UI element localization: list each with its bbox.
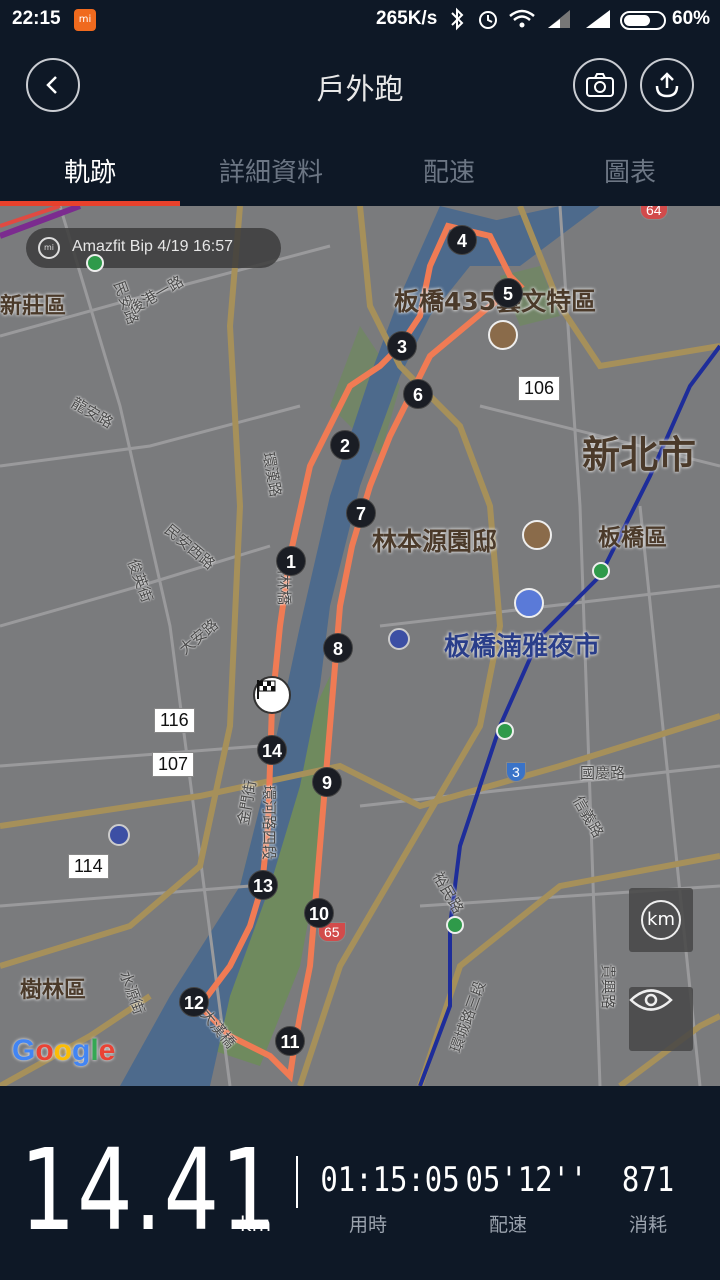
train-station-icon xyxy=(86,254,104,272)
run-summary: 14.41 km 01:15:05 用時 05'12'' 配速 871 消耗 xyxy=(0,1086,720,1280)
road-label: 環河路四段 xyxy=(260,784,279,861)
km-marker[interactable]: 10 xyxy=(304,898,334,928)
tab-bar: 軌跡 詳細資料 配速 圖表 xyxy=(0,130,720,206)
tab-pace[interactable]: 配速 xyxy=(423,152,475,189)
place-label: 新北市 xyxy=(582,433,697,477)
highway-shield: 64 xyxy=(640,206,668,220)
km-toggle-label: km xyxy=(641,900,681,940)
calories-value: 871 xyxy=(621,1160,675,1200)
landmark-poi-icon[interactable] xyxy=(522,520,552,550)
art-poi-icon[interactable] xyxy=(488,320,518,350)
shopping-cart-icon[interactable] xyxy=(514,588,544,618)
share-button[interactable] xyxy=(640,58,694,112)
mi-logo-icon: mi xyxy=(38,237,60,259)
distance-unit: km xyxy=(240,1212,272,1236)
status-bar: 22:15 mi 265K/s 60% xyxy=(0,0,720,40)
km-marker[interactable]: 9 xyxy=(312,767,342,797)
place-label: 樹林區 xyxy=(20,978,87,1003)
km-marker[interactable]: 13 xyxy=(248,870,278,900)
km-marker[interactable]: 14 xyxy=(257,735,287,765)
place-label: 林本源園邸 xyxy=(372,527,498,556)
visibility-toggle-button[interactable] xyxy=(629,987,693,1051)
km-marker[interactable]: 12 xyxy=(179,987,209,1017)
app-header: 戶外跑 xyxy=(0,40,720,130)
stats-divider xyxy=(296,1156,298,1208)
camera-button[interactable] xyxy=(573,58,627,112)
metro-station-icon xyxy=(388,628,410,650)
km-marker[interactable]: 11 xyxy=(275,1026,305,1056)
pace-stat: 05'12'' 配速 xyxy=(458,1160,588,1237)
metro-station-icon xyxy=(108,824,130,846)
mi-app-icon: mi xyxy=(74,9,96,31)
finish-flag-icon[interactable] xyxy=(253,676,291,714)
place-label: 新莊區 xyxy=(0,294,67,319)
battery-icon xyxy=(620,11,666,30)
tab-charts[interactable]: 圖表 xyxy=(604,152,656,189)
tab-details[interactable]: 詳細資料 xyxy=(219,152,323,189)
place-label: 板橋區 xyxy=(598,525,667,551)
status-icons xyxy=(446,6,616,39)
camera-icon xyxy=(586,73,614,97)
km-toggle-button[interactable]: km xyxy=(629,888,693,952)
km-marker[interactable]: 5 xyxy=(493,278,523,308)
road-label: 貴興路 xyxy=(599,963,618,1010)
map-canvas xyxy=(0,206,720,1086)
road-shield: 114 xyxy=(68,854,109,879)
pace-label: 配速 xyxy=(488,1214,527,1236)
train-station-icon xyxy=(496,722,514,740)
km-marker[interactable]: 3 xyxy=(387,331,417,361)
status-time: 22:15 xyxy=(12,8,61,29)
google-logo: Google xyxy=(12,1034,116,1067)
km-marker[interactable]: 4 xyxy=(447,225,477,255)
km-marker[interactable]: 2 xyxy=(330,430,360,460)
duration-label: 用時 xyxy=(348,1214,387,1236)
km-marker[interactable]: 1 xyxy=(276,546,306,576)
km-marker[interactable]: 7 xyxy=(346,498,376,528)
duration-value: 01:15:05 xyxy=(320,1160,460,1200)
route-map[interactable]: mi Amazfit Bip 4/19 16:57 新莊區 板橋435藝文特區 … xyxy=(0,206,720,1086)
km-marker[interactable]: 8 xyxy=(323,633,353,663)
battery-percent: 60% xyxy=(672,8,711,29)
device-info-pill: mi Amazfit Bip 4/19 16:57 xyxy=(26,228,281,268)
road-label: 國慶路 xyxy=(580,764,626,782)
distance-value: 14.41 xyxy=(20,1126,278,1256)
upload-icon xyxy=(655,72,679,98)
road-shield: 106 xyxy=(518,376,561,401)
pace-value: 05'12'' xyxy=(465,1160,588,1200)
network-speed: 265K/s xyxy=(376,8,438,29)
train-station-icon xyxy=(446,916,464,934)
road-shield: 116 xyxy=(154,708,195,733)
duration-stat: 01:15:05 用時 xyxy=(312,1160,460,1237)
train-station-icon xyxy=(592,562,610,580)
tab-track[interactable]: 軌跡 xyxy=(64,152,116,189)
eye-icon xyxy=(629,989,673,1011)
km-marker[interactable]: 6 xyxy=(403,379,433,409)
road-shield: 107 xyxy=(152,752,195,777)
calories-label: 消耗 xyxy=(628,1214,667,1236)
place-label: 板橋湳雅夜市 xyxy=(444,632,601,662)
calories-stat: 871 消耗 xyxy=(608,1160,688,1237)
highway-shield: 3 xyxy=(506,762,526,782)
